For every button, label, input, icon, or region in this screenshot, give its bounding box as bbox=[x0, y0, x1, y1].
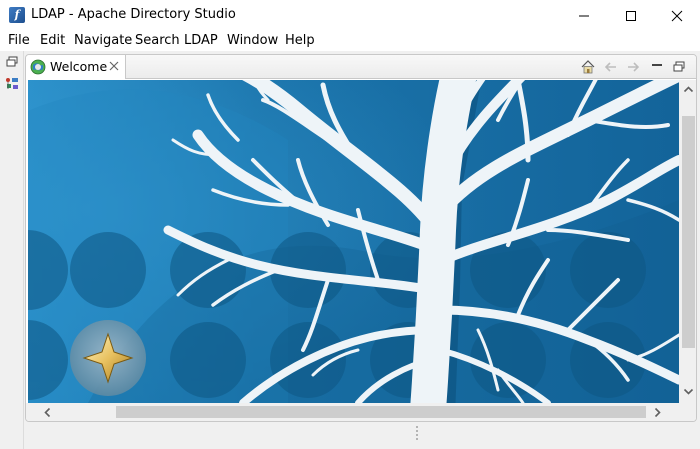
close-tab-icon[interactable] bbox=[108, 60, 120, 72]
close-window-button[interactable] bbox=[654, 0, 700, 31]
vertical-scrollbar[interactable] bbox=[679, 80, 696, 403]
editor-tab-bar: Welcome bbox=[26, 55, 696, 79]
horizontal-scroll-thumb[interactable] bbox=[116, 406, 646, 418]
left-trim-bar bbox=[0, 51, 24, 449]
back-arrow-icon[interactable] bbox=[602, 58, 620, 76]
close-icon bbox=[671, 10, 683, 21]
app-icon: f bbox=[9, 7, 25, 23]
maximize-window-button[interactable] bbox=[608, 0, 654, 31]
vertical-scroll-thumb[interactable] bbox=[682, 116, 695, 348]
restore-perspective-icon[interactable] bbox=[5, 55, 19, 69]
minimize-window-button[interactable] bbox=[561, 0, 607, 31]
horizontal-scrollbar[interactable] bbox=[26, 403, 679, 421]
editor-area: Welcome bbox=[25, 54, 697, 422]
application-window: f LDAP - Apache Directory Studio File Ed… bbox=[0, 0, 700, 449]
restore-view-icon[interactable] bbox=[670, 58, 688, 76]
welcome-globe-icon bbox=[30, 59, 46, 75]
home-icon[interactable] bbox=[579, 58, 597, 76]
status-bar-sash-icon[interactable] bbox=[415, 425, 419, 443]
menu-bar: File Edit Navigate Search LDAP Window He… bbox=[0, 31, 700, 51]
star-launcher-button[interactable] bbox=[70, 320, 146, 396]
menu-ldap[interactable]: LDAP bbox=[184, 33, 218, 48]
minimize-view-icon[interactable] bbox=[648, 58, 666, 76]
window-title: LDAP - Apache Directory Studio bbox=[31, 7, 236, 22]
menu-file[interactable]: File bbox=[8, 33, 30, 48]
scroll-up-arrow-icon[interactable] bbox=[683, 84, 694, 95]
menu-edit[interactable]: Edit bbox=[40, 33, 65, 48]
menu-navigate[interactable]: Navigate bbox=[74, 33, 132, 48]
forward-arrow-icon[interactable] bbox=[624, 58, 642, 76]
menu-help[interactable]: Help bbox=[285, 33, 315, 48]
scroll-down-arrow-icon[interactable] bbox=[683, 386, 694, 397]
scrollbar-corner bbox=[679, 403, 696, 421]
tab-welcome[interactable]: Welcome bbox=[26, 55, 126, 79]
workbench-area: Welcome bbox=[0, 51, 700, 449]
ldap-browser-view-icon[interactable] bbox=[5, 77, 19, 91]
title-bar[interactable]: f LDAP - Apache Directory Studio bbox=[0, 0, 700, 31]
menu-window[interactable]: Window bbox=[227, 33, 278, 48]
welcome-page-content bbox=[28, 80, 679, 403]
scroll-left-arrow-icon[interactable] bbox=[42, 407, 53, 418]
minimize-icon bbox=[579, 15, 589, 16]
maximize-icon bbox=[626, 10, 636, 21]
menu-search[interactable]: Search bbox=[135, 33, 180, 48]
tab-welcome-label: Welcome bbox=[50, 59, 108, 74]
welcome-tree-illustration bbox=[28, 80, 679, 403]
scroll-right-arrow-icon[interactable] bbox=[652, 407, 663, 418]
